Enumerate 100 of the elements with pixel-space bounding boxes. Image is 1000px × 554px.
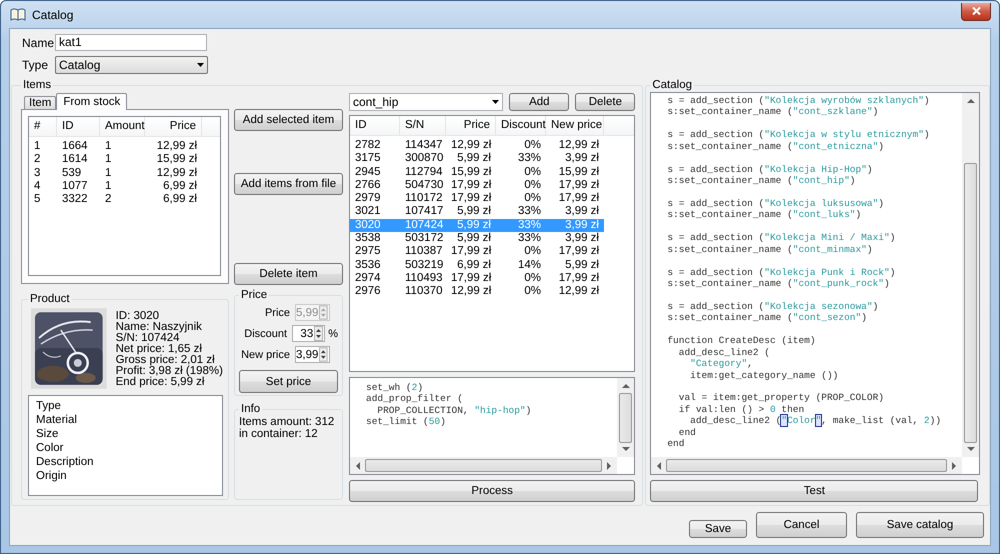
field-label: Type — [22, 58, 50, 72]
name-field[interactable]: kat1 — [55, 34, 207, 51]
table-cell-text: 110387 — [404, 245, 444, 259]
column-header[interactable]: Amount — [100, 117, 145, 136]
code-line: end — [678, 426, 697, 438]
table-row[interactable]: 3538 503172 5,99 zł 33% 3,99 zł — [350, 232, 604, 246]
column-header[interactable]: Discount — [496, 116, 546, 135]
table-row[interactable]: 2782 114347 12,99 zł 0% 12,99 zł — [350, 139, 604, 152]
table-row[interactable]: 3021 107417 5,99 zł 33% 3,99 zł — [350, 205, 604, 219]
list-item[interactable]: Material — [36, 413, 222, 427]
process-button[interactable]: Process — [349, 480, 636, 502]
table-row[interactable]: 2974 110493 17,99 zł 0% 17,99 zł — [350, 272, 604, 286]
dialog-button[interactable]: Cancel — [756, 512, 847, 538]
column-header[interactable]: Price — [145, 117, 202, 136]
table-cell-text: 12,99 zł — [156, 140, 198, 154]
spin-field[interactable]: 33 — [292, 325, 326, 342]
table-row[interactable]: 3175 300870 5,99 zł 33% 3,99 zł — [350, 152, 604, 166]
horizontal-scrollbar[interactable] — [651, 457, 962, 474]
set-price-button[interactable]: Set price — [239, 370, 338, 393]
list-item[interactable]: Color — [36, 441, 222, 455]
scroll-left-icon[interactable] — [656, 462, 662, 470]
code-line: s = add_section ("Kolekcja wyrobów szklanych") — [667, 95, 931, 106]
table-cell-text: 1 — [104, 153, 112, 167]
spin-field[interactable]: 3,99 — [295, 346, 330, 363]
code-line: s = add_section ("Kolekcja Mini / Maxi") — [667, 232, 896, 244]
code-editor[interactable]: set_wh (2) add_prop_filter ( PROP_COLLECTION, "hip-hop") set_limit (50) — [349, 377, 636, 475]
table-cell-text: 2974 — [354, 272, 382, 286]
table-cell-text: 3020 — [354, 218, 382, 232]
action-button[interactable]: Add selected item — [234, 109, 343, 131]
scroll-right-icon[interactable] — [607, 462, 612, 470]
toolbar-button[interactable]: Delete — [575, 92, 636, 110]
table-cell-text: 110493 — [404, 272, 444, 286]
list-item[interactable]: Type — [36, 399, 222, 413]
list-item[interactable]: Description — [36, 455, 222, 469]
test-button[interactable]: Test — [650, 480, 978, 502]
table-cell-text: 539 — [61, 166, 82, 180]
table-cell-text: 1664 — [61, 140, 89, 154]
toolbar-button[interactable]: Add — [509, 92, 570, 110]
code-line: s = add_section ("Kolekcja luksusowa") — [667, 198, 885, 210]
code-line: s:set_container_name ("cont_luks") — [667, 209, 862, 221]
table-cell-text: 2975 — [354, 245, 382, 259]
table-row[interactable]: 3536 503219 6,99 zł 14% 5,99 zł — [350, 258, 604, 272]
action-button[interactable]: Add items from file — [234, 173, 343, 195]
table-cell-text: 33% — [516, 152, 542, 166]
code-line: s:set_container_name ("cont_sezon") — [667, 312, 868, 324]
list-item[interactable]: Size — [36, 427, 222, 441]
horizontal-scrollbar[interactable] — [350, 457, 618, 474]
column-header[interactable]: Price — [446, 116, 496, 135]
table-cell-text: 110370 — [404, 285, 444, 299]
table-cell-text: 3322 — [61, 193, 89, 206]
column-header[interactable]: ID — [57, 117, 100, 136]
action-button[interactable]: Delete item — [234, 263, 343, 285]
group-title: Price — [240, 288, 268, 302]
close-button[interactable] — [961, 2, 991, 20]
list-item[interactable]: Origin — [36, 469, 222, 483]
code-line: s:set_container_name ("cont_szklane") — [667, 106, 880, 118]
table-cell-text: 110172 — [404, 192, 444, 206]
table-cell-text: 3,99 zł — [564, 232, 600, 246]
dialog-button[interactable]: Save — [689, 520, 747, 538]
table-cell-text: 0% — [523, 178, 542, 192]
vertical-scrollbar[interactable] — [617, 378, 634, 457]
column-header[interactable]: S/N — [400, 116, 446, 135]
table-row[interactable]: 2975 110387 17,99 zł 0% 17,99 zł — [350, 245, 604, 259]
code-line: s:set_container_name ("cont_hip") — [667, 175, 856, 186]
table-cell-text: 12,99 zł — [450, 285, 492, 299]
column-header[interactable]: ID — [350, 116, 400, 135]
code-line: s:set_container_name ("cont_etniczna") — [667, 140, 885, 152]
tab[interactable]: From stock — [56, 93, 128, 110]
vertical-scrollbar[interactable] — [962, 93, 980, 457]
table-cell-text: 14% — [516, 258, 542, 272]
tab[interactable]: Item — [24, 96, 56, 109]
table-cell-text: 6,99 zł — [162, 180, 198, 194]
group-title: Product — [29, 292, 71, 306]
table-cell-text: 6,99 zł — [456, 258, 492, 272]
code-line: if val:len () > 0 then — [678, 404, 806, 416]
dialog-button[interactable]: Save catalog — [856, 512, 984, 538]
scroll-down-icon[interactable] — [622, 447, 630, 452]
scroll-up-icon[interactable] — [622, 383, 630, 388]
table-cell-text: 15,99 zł — [156, 153, 198, 167]
scroll-left-icon[interactable] — [355, 462, 360, 470]
field-label: Name — [22, 36, 55, 50]
container-dropdown[interactable]: cont_hip — [349, 92, 503, 110]
table-cell-text: 1614 — [61, 153, 89, 167]
scroll-up-icon[interactable] — [966, 98, 975, 103]
code-line: "Category", — [689, 358, 754, 370]
table-cell-text: 107417 — [404, 205, 444, 219]
book-icon — [10, 8, 26, 21]
table-row[interactable]: 2976 110370 12,99 zł 0% 12,99 zł — [350, 285, 604, 299]
table-row[interactable]: 2945 112794 15,99 zł 0% 15,99 zł — [350, 166, 604, 179]
table-cell-text: 4 — [33, 180, 42, 194]
table-row[interactable]: 2979 110172 17,99 zł 0% 17,99 zł — [350, 192, 604, 206]
scroll-down-icon[interactable] — [966, 447, 975, 452]
group-title: Catalog — [651, 78, 693, 92]
scroll-right-icon[interactable] — [952, 462, 958, 470]
column-header[interactable]: New price — [546, 116, 604, 135]
table-cell-text: 5,99 zł — [456, 218, 492, 232]
column-header[interactable]: # — [29, 117, 57, 136]
table-row[interactable]: 2766 504730 17,99 zł 0% 17,99 zł — [350, 178, 604, 192]
table-cell-text: 2979 — [354, 192, 382, 206]
type-dropdown[interactable]: Catalog — [55, 56, 208, 74]
